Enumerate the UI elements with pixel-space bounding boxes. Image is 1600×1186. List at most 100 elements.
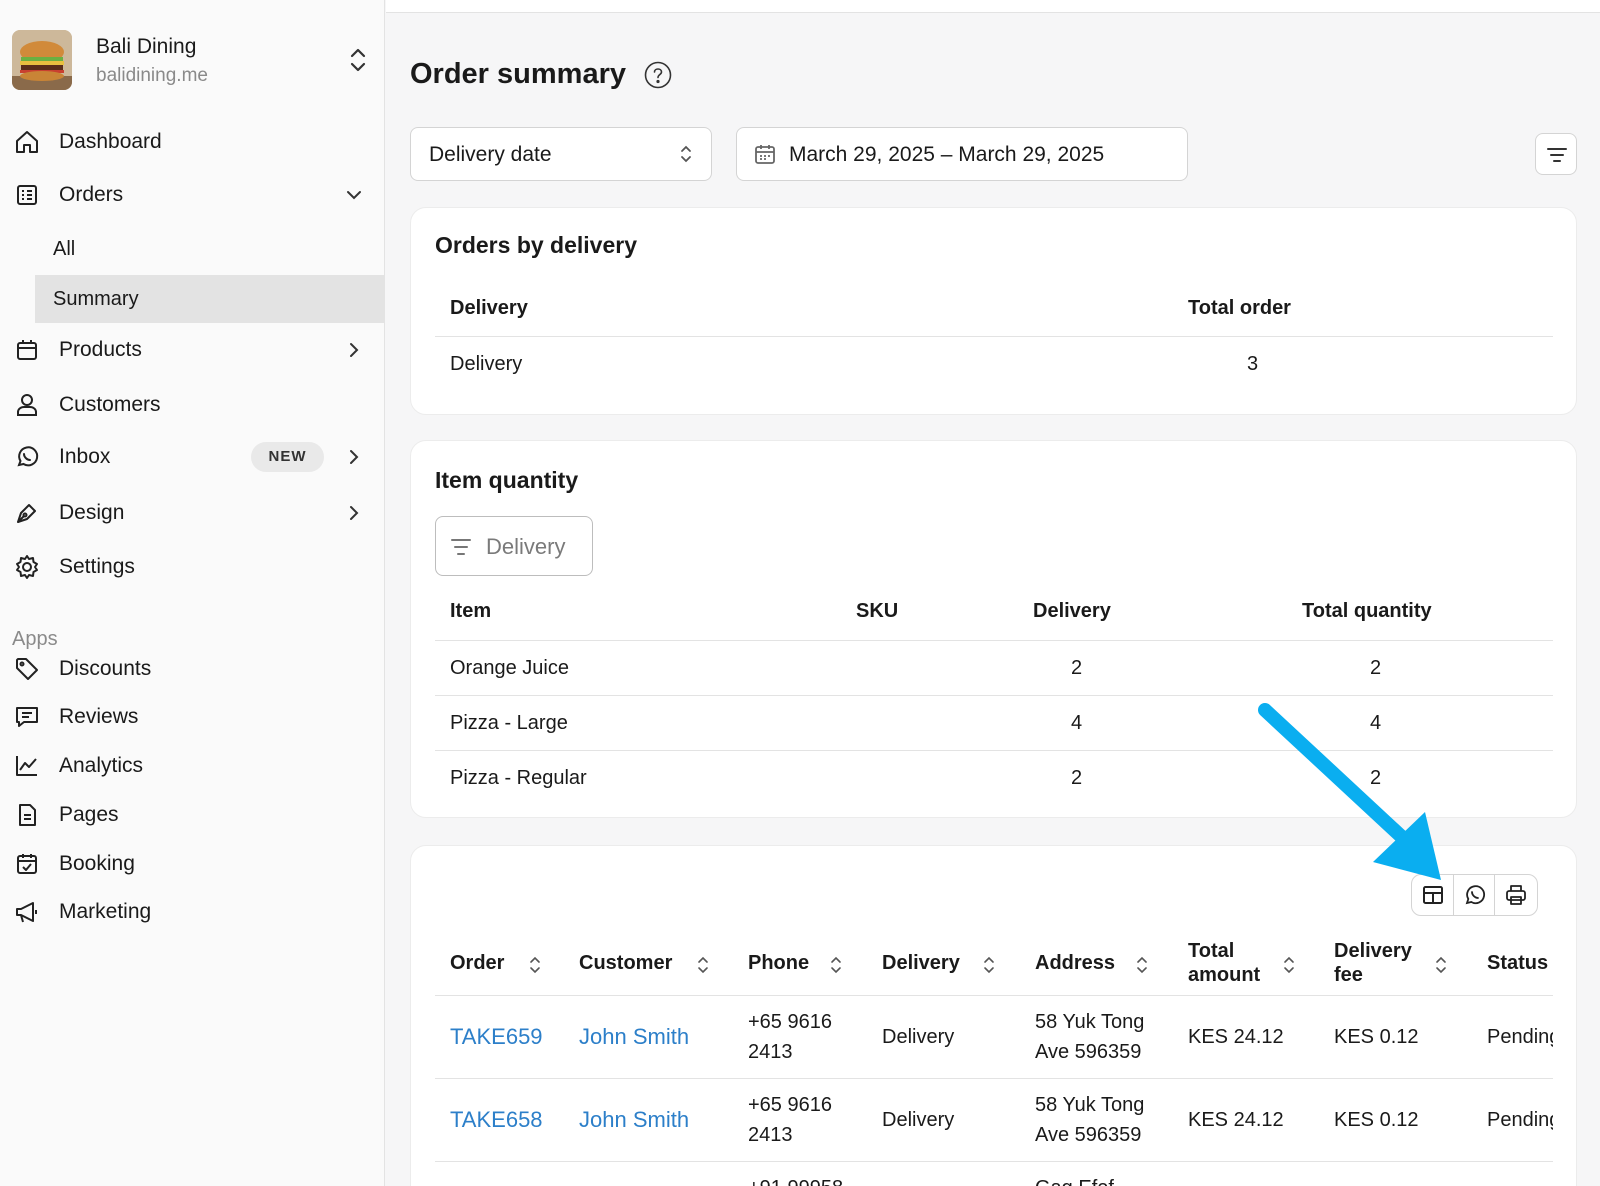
header-total-amount-line2: amount: [1188, 964, 1261, 986]
delivery-filter-chip[interactable]: Delivery: [435, 516, 593, 576]
chevron-up-down-icon[interactable]: [346, 46, 370, 74]
table-row: Orange Juice 2 2: [435, 642, 1553, 696]
nav-inbox[interactable]: Inbox NEW: [0, 432, 385, 482]
nav-orders-summary[interactable]: Summary: [35, 275, 385, 323]
date-range-picker[interactable]: March 29, 2025 – March 29, 2025: [736, 127, 1188, 181]
nav-customers[interactable]: Customers: [0, 380, 385, 430]
print-button[interactable]: [1495, 875, 1537, 915]
sidebar: Bali Dining balidining.me Dashboard Orde…: [0, 0, 385, 1186]
nav-settings[interactable]: Settings: [0, 542, 385, 592]
nav-booking[interactable]: Booking: [0, 839, 385, 889]
chart-line-icon: [16, 756, 37, 776]
header-total-order: Total order: [1188, 297, 1291, 319]
header-order: Order: [450, 952, 505, 974]
cell-status: Pending: [1487, 1109, 1553, 1131]
header-item: Item: [450, 600, 492, 622]
pen-icon: [17, 504, 36, 523]
nav-orders-all[interactable]: All: [35, 225, 385, 273]
order-link[interactable]: TAKE658: [450, 1107, 543, 1133]
message-icon: [16, 707, 38, 727]
delivery-filter-label: Delivery: [486, 534, 566, 559]
header-sku: SKU: [856, 600, 899, 622]
cell-address-line1: 58 Yuk Tong: [1035, 1094, 1145, 1116]
sort-icon[interactable]: [697, 956, 709, 974]
cell-total-quantity: 2: [1370, 657, 1382, 679]
item-quantity-title: Item quantity: [435, 467, 579, 493]
nav-products-label: Products: [59, 338, 142, 361]
chevron-right-icon: [350, 343, 359, 357]
cell-delivery: 2: [1071, 767, 1083, 789]
cell-address-line2: Ave 596359: [1035, 1124, 1142, 1146]
printer-icon: [1506, 885, 1527, 905]
help-icon[interactable]: [644, 61, 672, 89]
sort-icon[interactable]: [830, 956, 842, 974]
header-phone: Phone: [748, 952, 810, 974]
nav-products[interactable]: Products: [0, 325, 385, 375]
table-icon: [1423, 886, 1443, 904]
nav-reviews[interactable]: Reviews: [0, 692, 385, 742]
sort-icon[interactable]: [1283, 956, 1295, 974]
calendar-check-icon: [17, 854, 37, 874]
box-icon: [17, 340, 37, 360]
nav-pages[interactable]: Pages: [0, 790, 385, 840]
table-header: Order Customer Phone Delivery Address To…: [435, 930, 1553, 996]
nav-analytics[interactable]: Analytics: [0, 741, 385, 791]
cell-total-order: 3: [1247, 353, 1259, 375]
table-row: +91 99958 Gag Efef: [435, 1163, 1553, 1186]
header-delivery: Delivery: [882, 952, 960, 974]
cell-total-amount: KES 24.12: [1188, 1026, 1284, 1048]
sort-icon[interactable]: [1136, 956, 1148, 974]
cell-delivery: Delivery: [882, 1109, 955, 1131]
megaphone-icon: [16, 902, 37, 923]
chevron-up-down-icon: [681, 145, 691, 163]
filter-button[interactable]: [1535, 133, 1577, 175]
cell-phone-line1: +65 9616: [748, 1011, 832, 1033]
cell-delivery: Delivery: [882, 1026, 955, 1048]
export-table-button[interactable]: [1412, 875, 1454, 915]
sort-icon[interactable]: [529, 956, 541, 974]
nav-analytics-label: Analytics: [59, 754, 144, 777]
table-row: Pizza - Large 4 4: [435, 697, 1553, 751]
table-header: Item SKU Delivery Total quantity: [435, 585, 1553, 641]
customer-link[interactable]: John Smith: [579, 1107, 689, 1133]
nav-dashboard[interactable]: Dashboard: [0, 117, 385, 167]
orders-list-card: Order Customer Phone Delivery Address To…: [410, 845, 1577, 1186]
page-title: Order summary: [410, 58, 626, 90]
person-icon: [17, 394, 37, 416]
nav-marketing-label: Marketing: [59, 900, 152, 923]
date-type-select[interactable]: Delivery date: [410, 127, 712, 181]
nav-orders[interactable]: Orders: [0, 170, 385, 220]
customer-link[interactable]: John Smith: [579, 1024, 689, 1050]
order-link[interactable]: TAKE659: [450, 1024, 543, 1050]
nav-booking-label: Booking: [59, 852, 135, 875]
header-address: Address: [1035, 952, 1116, 974]
whatsapp-share-button[interactable]: [1454, 875, 1496, 915]
store-name: Bali Dining: [96, 35, 197, 58]
item-quantity-card: Item quantity Delivery Item SKU Delivery…: [410, 440, 1577, 818]
table-row: TAKE659 John Smith +65 9616 2413 Deliver…: [435, 997, 1553, 1079]
store-switcher[interactable]: Bali Dining balidining.me: [12, 30, 372, 92]
nav-design-label: Design: [59, 501, 125, 524]
new-badge: NEW: [251, 442, 324, 472]
nav-discounts[interactable]: Discounts: [0, 644, 385, 694]
nav-design[interactable]: Design: [0, 488, 385, 538]
sort-icon[interactable]: [983, 956, 995, 974]
nav-settings-label: Settings: [59, 555, 135, 578]
header-delivery-fee-line1: Delivery: [1334, 940, 1412, 962]
document-icon: [19, 804, 36, 826]
gear-icon: [16, 555, 38, 579]
nav-marketing[interactable]: Marketing: [0, 887, 385, 937]
table-row: Delivery 3: [435, 338, 1553, 394]
cell-item: Pizza - Large: [450, 712, 568, 734]
cell-phone-line1: +91 99958: [748, 1177, 843, 1186]
cell-phone-line2: 2413: [748, 1041, 793, 1063]
header-delivery-fee-line2: fee: [1334, 964, 1363, 986]
cell-item: Orange Juice: [450, 657, 569, 679]
cell-phone-line2: 2413: [748, 1124, 793, 1146]
chevron-right-icon: [350, 506, 359, 520]
export-actions: [1411, 874, 1538, 916]
nav-customers-label: Customers: [59, 393, 161, 416]
sort-icon[interactable]: [1435, 956, 1447, 974]
nav-orders-label: Orders: [59, 183, 124, 206]
home-icon: [16, 131, 38, 153]
